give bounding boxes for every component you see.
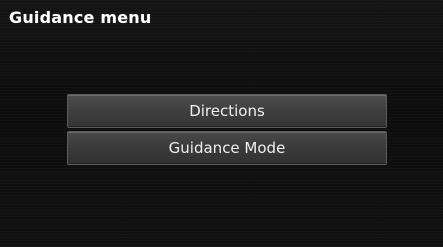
guidance-menu-list: Directions Guidance Mode: [67, 94, 387, 168]
screen-title: Guidance menu: [9, 8, 152, 27]
directions-button[interactable]: Directions: [67, 94, 387, 128]
guidance-mode-button-label: Guidance Mode: [168, 139, 286, 157]
guidance-menu-screen: Guidance menu Directions Guidance Mode: [0, 0, 443, 247]
directions-button-label: Directions: [189, 102, 265, 120]
guidance-mode-button[interactable]: Guidance Mode: [67, 131, 387, 165]
